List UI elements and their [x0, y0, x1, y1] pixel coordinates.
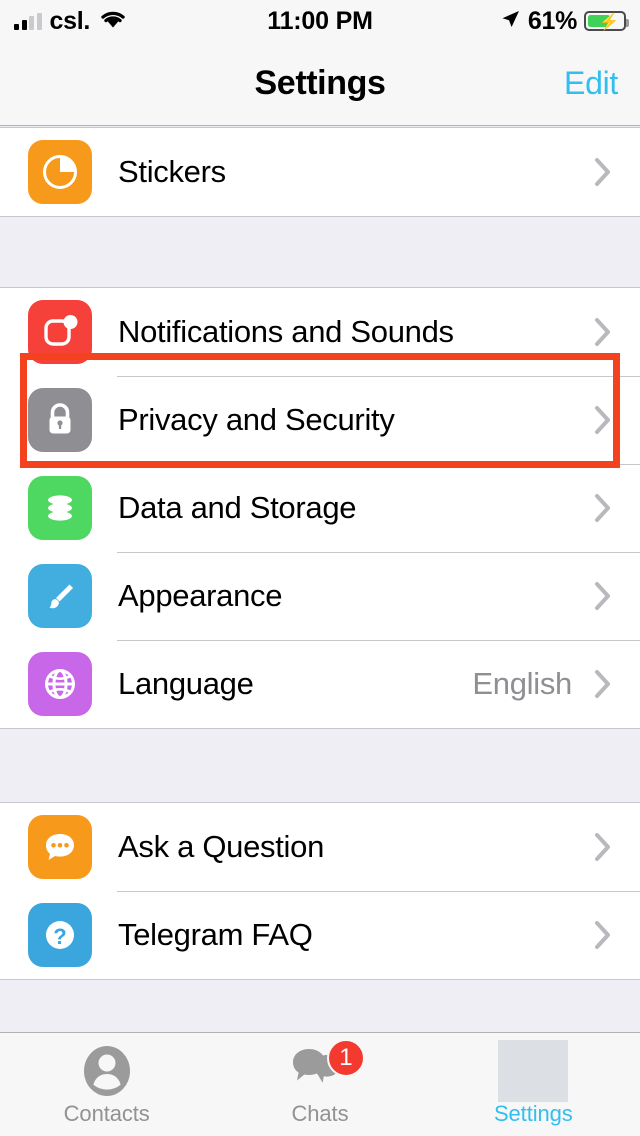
- section-gap: [0, 729, 640, 802]
- chevron-right-icon: [588, 669, 618, 699]
- chats-badge: 1: [326, 1039, 365, 1077]
- settings-row-stickers[interactable]: Stickers: [0, 128, 640, 216]
- settings-row-notifications-and-sounds[interactable]: Notifications and Sounds: [0, 288, 640, 376]
- tab-bar: Contacts 1 Chats Settings: [0, 1032, 640, 1136]
- question-mark-icon: ?: [28, 903, 92, 967]
- globe-icon: [28, 652, 92, 716]
- tab-label: Contacts: [63, 1101, 150, 1126]
- settings-group-support: Ask a Question ? Telegram FAQ: [0, 802, 640, 980]
- settings-list[interactable]: Stickers Notifications and Sounds Privac…: [0, 127, 640, 1032]
- settings-row-label: Data and Storage: [118, 490, 357, 525]
- tab-label: Settings: [493, 1101, 573, 1126]
- settings-row-appearance[interactable]: Appearance: [0, 552, 640, 640]
- stickers-icon: [28, 140, 92, 204]
- settings-group-stickers: Stickers: [0, 127, 640, 217]
- page-title: Settings: [254, 64, 386, 102]
- location-arrow-icon: [499, 8, 521, 35]
- settings-row-label: Telegram FAQ: [118, 917, 313, 952]
- settings-row-language[interactable]: Language English: [0, 640, 640, 728]
- phone-screen: csl. 11:00 PM 61% ⚡ Settings Edit Sticke…: [0, 0, 640, 1136]
- settings-placeholder-icon: [498, 1040, 569, 1102]
- battery-charging-icon: ⚡: [584, 11, 629, 31]
- settings-row-data-and-storage[interactable]: Data and Storage: [0, 464, 640, 552]
- svg-text:?: ?: [53, 924, 66, 949]
- database-icon: [28, 476, 92, 540]
- navigation-bar: Settings Edit: [0, 42, 640, 126]
- chevron-right-icon: [588, 317, 618, 347]
- clock-label: 11:00 PM: [267, 6, 373, 35]
- settings-row-telegram-faq[interactable]: ? Telegram FAQ: [0, 891, 640, 979]
- person-icon: [80, 1043, 134, 1099]
- chevron-right-icon: [588, 581, 618, 611]
- chevron-right-icon: [588, 832, 618, 862]
- settings-row-label: Appearance: [118, 578, 283, 613]
- settings-row-ask-a-question[interactable]: Ask a Question: [0, 803, 640, 891]
- chevron-right-icon: [588, 405, 618, 435]
- status-bar-right: 61% ⚡: [499, 0, 629, 42]
- settings-row-label: Language: [118, 666, 254, 701]
- status-bar: csl. 11:00 PM 61% ⚡: [0, 0, 640, 42]
- chats-bubbles-icon: 1: [289, 1039, 365, 1099]
- settings-row-label: Stickers: [118, 154, 226, 189]
- chevron-right-icon: [588, 493, 618, 523]
- chat-bubble-icon: [28, 815, 92, 879]
- settings-row-privacy-and-security[interactable]: Privacy and Security: [0, 376, 640, 464]
- settings-group-main: Notifications and Sounds Privacy and Sec…: [0, 287, 640, 729]
- tab-label: Chats: [291, 1101, 349, 1126]
- tab-contacts[interactable]: Contacts: [0, 1033, 213, 1136]
- settings-row-value: English: [472, 666, 572, 701]
- settings-row-label: Ask a Question: [118, 829, 325, 864]
- edit-button[interactable]: Edit: [564, 42, 618, 125]
- tab-chats[interactable]: 1 Chats: [213, 1033, 426, 1136]
- notifications-icon: [28, 300, 92, 364]
- lock-icon: [28, 388, 92, 452]
- settings-row-label: Notifications and Sounds: [118, 314, 454, 349]
- section-gap: [0, 217, 640, 287]
- battery-percent-label: 61%: [527, 6, 577, 35]
- settings-row-label: Privacy and Security: [118, 402, 395, 437]
- chevron-right-icon: [588, 920, 618, 950]
- chevron-right-icon: [588, 157, 618, 187]
- paintbrush-icon: [28, 564, 92, 628]
- tab-settings[interactable]: Settings: [427, 1033, 640, 1136]
